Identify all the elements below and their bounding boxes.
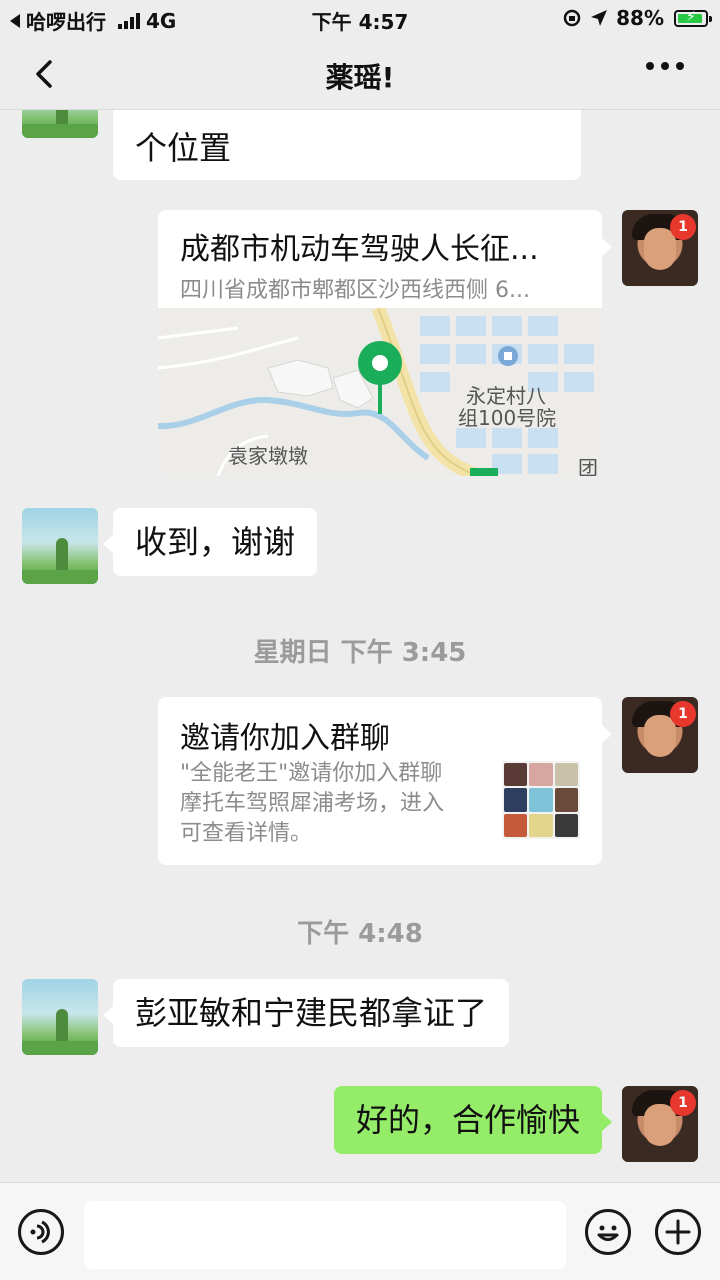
message-bubble[interactable]: 彭亚敏和宁建民都拿证了 xyxy=(102,979,510,1047)
chat-title: 薬瑶! xyxy=(325,61,395,94)
message-text: 个位置 xyxy=(135,129,232,167)
message-bubble[interactable]: 个位置 xyxy=(113,110,581,180)
contact-avatar[interactable] xyxy=(22,110,98,138)
emoji-icon[interactable] xyxy=(585,1209,631,1255)
my-avatar[interactable]: 1 xyxy=(622,1086,698,1162)
invite-description: "全能老王"邀请你加入群聊 摩托车驾照犀浦考场，进入 可查看详情。 xyxy=(180,759,490,849)
unread-badge: 1 xyxy=(670,214,696,240)
orientation-lock-icon xyxy=(563,9,581,27)
message-text: 收到，谢谢 xyxy=(135,523,296,561)
map-label: 团 xyxy=(578,456,598,476)
group-avatar-grid xyxy=(502,761,580,839)
invite-desc-line: 可查看详情。 xyxy=(180,821,313,846)
bubble-tail xyxy=(601,237,612,257)
message-text: 好的，合作愉快 xyxy=(355,1101,580,1139)
invite-desc-line: 摩托车驾照犀浦考场，进入 xyxy=(180,791,445,816)
message-text: 彭亚敏和宁建民都拿证了 xyxy=(135,994,488,1032)
timestamp: 下午 4:48 xyxy=(297,919,423,949)
location-address: 四川省成都市郫都区沙西线西侧 6... xyxy=(180,278,530,303)
contact-avatar[interactable] xyxy=(22,508,98,584)
map-label: 组100号院 xyxy=(458,406,557,430)
message-input[interactable] xyxy=(84,1201,566,1269)
location-map: 永定村八 组100号院 袁家墩墩 团 xyxy=(158,305,602,476)
unread-badge: 1 xyxy=(670,701,696,727)
map-label: 袁家墩墩 xyxy=(228,444,308,468)
battery-icon: ⚡ xyxy=(674,9,712,27)
message-bubble[interactable]: 好的，合作愉快 xyxy=(333,1086,613,1154)
status-bar: 哈啰出行 4G 下午 4:57 88% ⚡ xyxy=(0,0,720,36)
voice-icon[interactable] xyxy=(18,1209,64,1255)
location-arrow-icon xyxy=(591,10,608,26)
location-card[interactable]: 成都市机动车驾驶人长征... 四川省成都市郫都区沙西线西侧 6... 永定村八 … xyxy=(158,210,602,476)
invite-title: 邀请你加入群聊 xyxy=(180,721,390,756)
group-invite-card[interactable]: 邀请你加入群聊 "全能老王"邀请你加入群聊 摩托车驾照犀浦考场，进入 可查看详情… xyxy=(158,697,602,865)
input-bar xyxy=(0,1182,720,1280)
invite-desc-line: "全能老王"邀请你加入群聊 xyxy=(180,761,443,786)
battery-percent: 88% xyxy=(616,6,664,30)
more-dots-icon[interactable] xyxy=(646,62,684,70)
message-bubble[interactable]: 收到，谢谢 xyxy=(102,508,318,576)
unread-badge: 1 xyxy=(670,1090,696,1116)
chat-header: 薬瑶! xyxy=(0,36,720,110)
message-list[interactable]: 个位置 1 成都市机动车驾驶人长征... 四川省成都市郫都区沙西线西侧 6... xyxy=(0,110,720,1182)
status-bar-right: 88% ⚡ xyxy=(562,6,712,30)
my-avatar[interactable]: 1 xyxy=(622,210,698,286)
plus-icon[interactable] xyxy=(655,1209,701,1255)
bubble-tail xyxy=(601,724,612,744)
location-title: 成都市机动车驾驶人长征... xyxy=(180,232,539,267)
timestamp: 星期日 下午 3:45 xyxy=(253,638,467,668)
my-avatar[interactable]: 1 xyxy=(622,697,698,773)
contact-avatar[interactable] xyxy=(22,979,98,1055)
